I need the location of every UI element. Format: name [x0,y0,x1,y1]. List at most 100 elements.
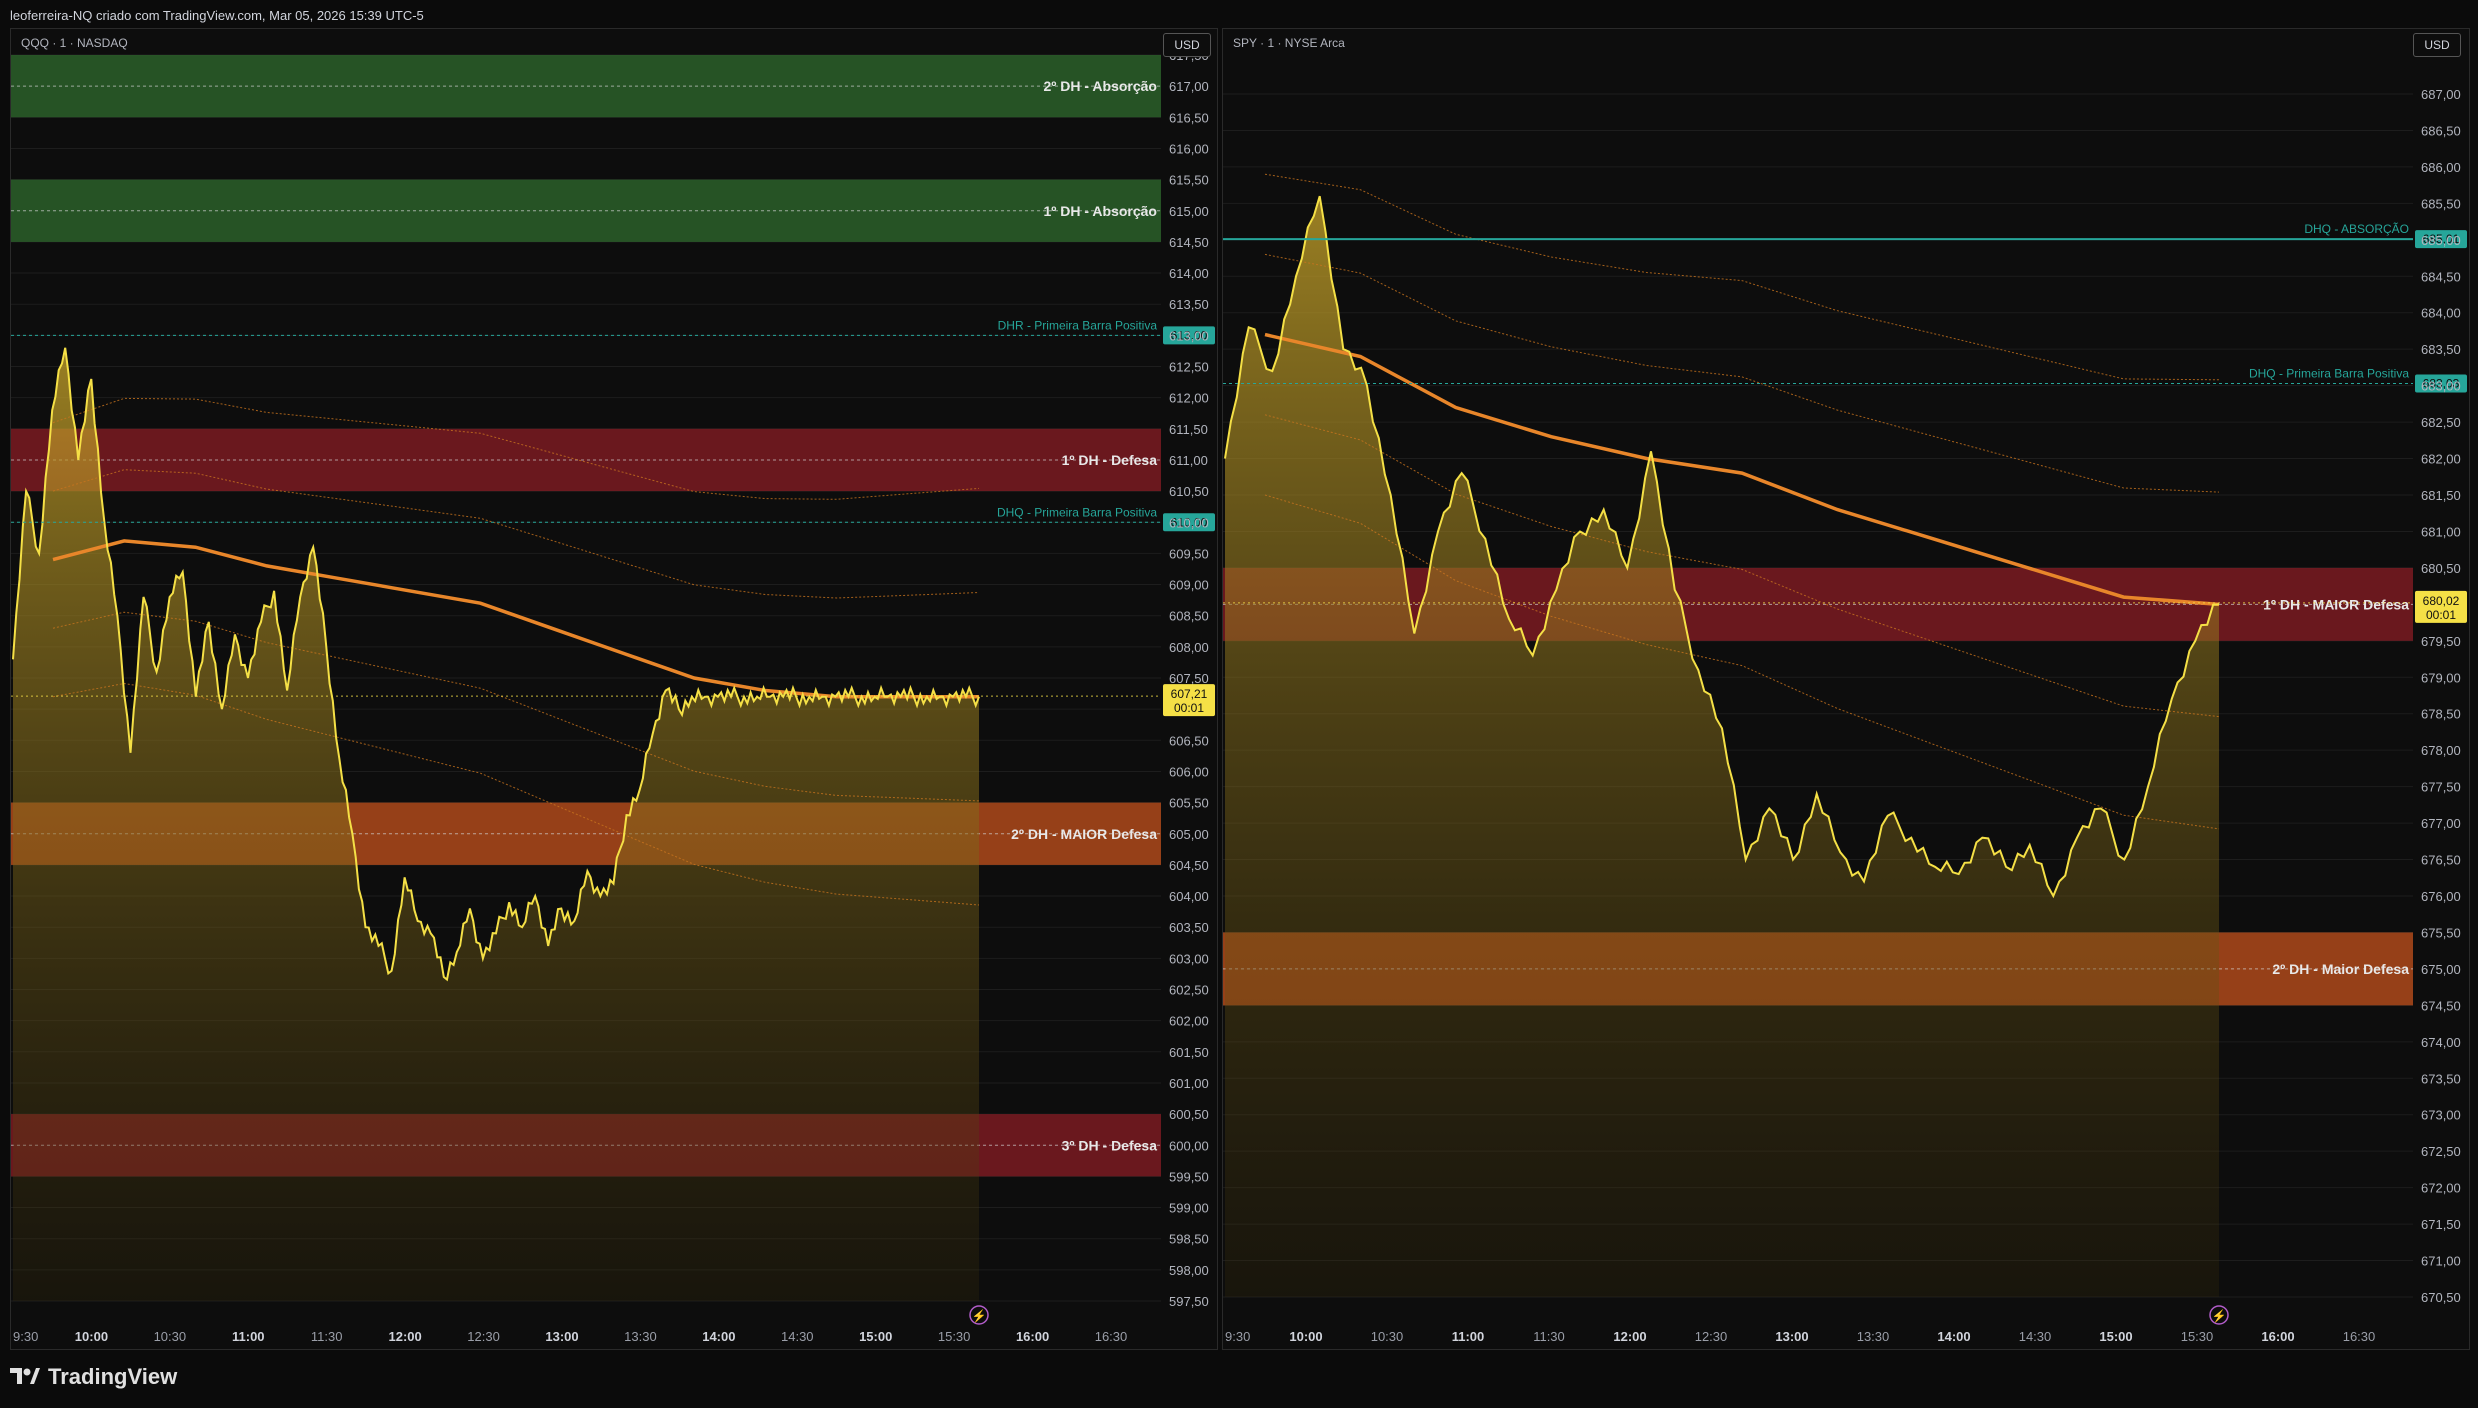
last-price-value: 607,21 [1171,687,1208,701]
zone-label: 1º DH - MAIOR Defesa [2263,596,2409,612]
zone-label: 2º DH - Maior Defesa [2272,961,2409,977]
y-tick-label: 608,50 [1169,609,1209,624]
y-tick-label: 599,50 [1169,1169,1209,1184]
y-tick-label: 600,50 [1169,1107,1209,1122]
qqq-chart-panel[interactable]: 2º DH - Absorção 1º DH - Absorção 1º DH - … [10,28,1218,1350]
y-tick-label: 681,50 [2421,488,2461,503]
y-tick-label: 685,50 [2421,196,2461,211]
y-tick-label: 616,50 [1169,110,1209,125]
y-tick-label: 673,50 [2421,1071,2461,1086]
y-tick-label: 671,50 [2421,1217,2461,1232]
currency-button[interactable]: USD [1163,33,1211,57]
y-tick-label: 605,50 [1169,796,1209,811]
zone-label: 3º DH - Defesa [1062,1137,1158,1153]
y-tick-label: 610,50 [1169,484,1209,499]
y-tick-label: 612,50 [1169,360,1209,375]
qqq-chart-svg[interactable]: 2º DH - Absorção 1º DH - Absorção 1º DH - … [11,29,1219,1351]
zone-band [11,55,1161,118]
x-tick-label: 11:00 [232,1329,265,1344]
currency-button[interactable]: USD [2413,33,2461,57]
envelope-band [1264,253,2220,493]
y-tick-label: 607,50 [1169,671,1209,686]
brand-name: TradingView [48,1364,178,1389]
y-tick-label: 605,00 [1169,827,1209,842]
level-label: DHQ - Primeira Barra Positiva [2249,366,2409,380]
y-tick-label: 613,00 [1169,328,1209,343]
y-tick-label: 601,00 [1169,1076,1209,1091]
level-label: DHQ - Primeira Barra Positiva [997,505,1157,519]
y-tick-label: 601,50 [1169,1045,1209,1060]
y-tick-label: 617,00 [1169,79,1209,94]
y-tick-label: 671,00 [2421,1254,2461,1269]
y-tick-label: 679,50 [2421,634,2461,649]
last-price-value: 680,02 [2423,594,2460,608]
y-tick-label: 616,00 [1169,141,1209,156]
x-tick-label: 16:00 [1016,1329,1049,1344]
bolt-icon: ⚡ [2212,1309,2227,1323]
x-tick-label: 15:00 [859,1329,892,1344]
y-tick-label: 611,00 [1169,453,1208,468]
y-tick-label: 683,50 [2421,342,2461,357]
x-tick-label: 13:30 [1857,1329,1890,1344]
y-tick-label: 614,00 [1169,266,1209,281]
x-tick-label: 14:30 [2019,1329,2052,1344]
x-tick-label: 11:00 [1452,1329,1485,1344]
x-tick-label: 13:00 [1775,1329,1808,1344]
y-tick-label: 672,00 [2421,1181,2461,1196]
zone-label: 2º DH - Absorção [1043,78,1157,94]
y-tick-label: 609,50 [1169,546,1209,561]
y-tick-label: 686,00 [2421,160,2461,175]
x-tick-label: 14:00 [1937,1329,1970,1344]
y-tick-label: 613,50 [1169,297,1209,312]
zone-band [11,428,1161,492]
y-tick-label: 604,50 [1169,858,1209,873]
tradingview-logo-icon [10,1368,40,1384]
y-tick-label: 606,00 [1169,764,1209,779]
y-tick-label: 610,00 [1169,515,1209,530]
symbol-label: SPY · 1 · NYSE Arca [1233,36,1345,50]
y-tick-label: 674,00 [2421,1035,2461,1050]
level-label: DHQ - ABSORÇÃO [2304,222,2409,236]
vwap-line [1264,332,2220,607]
y-tick-label: 615,00 [1169,204,1209,219]
y-tick-label: 676,00 [2421,889,2461,904]
x-tick-label: 15:30 [2181,1329,2214,1344]
footer-bar: TradingView [0,1350,2478,1408]
y-tick-label: 682,00 [2421,452,2461,467]
y-tick-label: 679,00 [2421,670,2461,685]
y-tick-label: 604,00 [1169,889,1209,904]
y-tick-label: 615,50 [1169,173,1209,188]
y-tick-label: 677,50 [2421,780,2461,795]
x-tick-label: 10:00 [75,1329,108,1344]
x-tick-label: 10:30 [1371,1329,1404,1344]
header-title: leoferreira-NQ criado com TradingView.co… [10,8,424,23]
y-tick-label: 606,50 [1169,733,1209,748]
y-tick-label: 686,50 [2421,123,2461,138]
bolt-icon: ⚡ [972,1309,987,1323]
x-tick-label: 15:00 [2099,1329,2132,1344]
y-tick-label: 677,00 [2421,816,2461,831]
last-price-timer: 00:01 [1174,701,1204,715]
y-tick-label: 600,00 [1169,1138,1209,1153]
y-tick-label: 670,50 [2421,1290,2461,1305]
x-tick-label: 9:30 [13,1329,38,1344]
y-tick-label: 602,50 [1169,983,1209,998]
y-tick-label: 685,00 [2421,233,2461,248]
y-tick-label: 678,50 [2421,707,2461,722]
y-tick-label: 676,50 [2421,853,2461,868]
y-tick-label: 597,50 [1169,1294,1209,1309]
y-tick-label: 673,00 [2421,1108,2461,1123]
x-tick-label: 15:30 [938,1329,971,1344]
level-label: DHR - Primeira Barra Positiva [998,318,1158,332]
tradingview-logo[interactable]: TradingView [10,1364,177,1390]
y-tick-label: 611,50 [1169,422,1208,437]
spy-chart-svg[interactable]: 1º DH - MAIOR Defesa 2º DH - Maior Defesa… [1223,29,2471,1351]
y-tick-label: 614,50 [1169,235,1209,250]
y-tick-label: 680,50 [2421,561,2461,576]
x-tick-label: 10:00 [1289,1329,1322,1344]
header-bar: leoferreira-NQ criado com TradingView.co… [0,0,2478,28]
zone-label: 2º DH - MAIOR Defesa [1011,826,1157,842]
y-tick-label: 598,00 [1169,1263,1209,1278]
y-tick-label: 684,50 [2421,269,2461,284]
spy-chart-panel[interactable]: 1º DH - MAIOR Defesa 2º DH - Maior Defesa… [1222,28,2470,1350]
